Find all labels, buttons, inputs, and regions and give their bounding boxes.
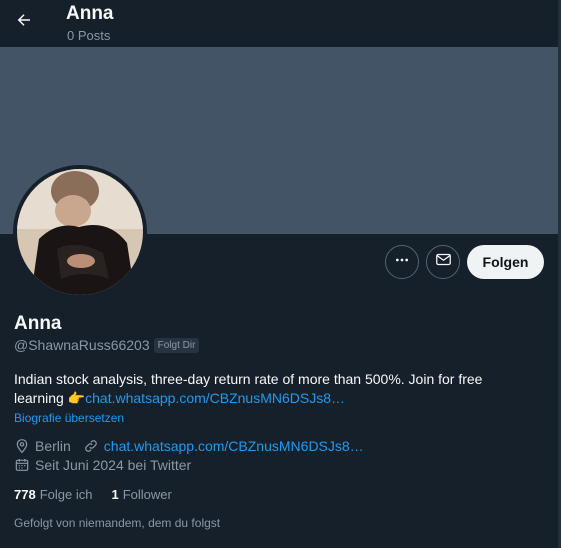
join-date-text: Seit Juni 2024 bei Twitter — [35, 456, 192, 473]
followers-link[interactable]: 1 Follower — [111, 487, 171, 502]
message-button[interactable] — [426, 245, 460, 279]
more-horizontal-icon — [394, 252, 410, 273]
profile-handle: @ShawnaRuss66203 — [14, 337, 150, 353]
join-date-row: Seit Juni 2024 bei Twitter — [14, 456, 191, 473]
post-count: 0 Posts — [67, 28, 111, 43]
followed-by-text: Gefolgt von niemandem, dem du folgst — [14, 516, 221, 530]
follows-you-badge: Folgt Dir — [153, 337, 200, 353]
pointing-hand-icon: 👉 — [67, 390, 86, 406]
bio-link[interactable]: chat.whatsapp.com/CBZnusMN6DSJs8… — [85, 390, 345, 406]
follow-button[interactable]: Folgen — [467, 245, 544, 279]
envelope-icon — [435, 251, 452, 273]
profile-name: Anna — [14, 313, 62, 334]
followers-count: 1 — [111, 487, 119, 502]
following-count: 778 — [14, 487, 36, 502]
follow-stats: 778 Folge ich 1 Follower — [14, 487, 191, 502]
back-button[interactable] — [10, 8, 38, 36]
handle-row: @ShawnaRuss66203 Folgt Dir — [14, 337, 200, 353]
avatar[interactable] — [13, 165, 147, 299]
profile-bio: Indian stock analysis, three-day return … — [14, 370, 534, 408]
top-bar: Anna 0 Posts — [0, 0, 558, 47]
followers-label: Follower — [122, 487, 172, 502]
translate-bio-link[interactable]: Biografie übersetzen — [14, 411, 124, 425]
header-title: Anna — [66, 3, 114, 24]
calendar-icon — [14, 456, 31, 473]
website-link[interactable]: chat.whatsapp.com/CBZnusMN6DSJs8… — [104, 438, 364, 454]
more-options-button[interactable] — [385, 245, 419, 279]
following-label: Folge ich — [39, 487, 93, 502]
following-link[interactable]: 778 Folge ich — [14, 487, 92, 502]
arrow-left-icon — [15, 11, 33, 34]
link-icon — [83, 437, 100, 454]
location-text: Berlin — [35, 437, 71, 454]
location-pin-icon — [14, 437, 31, 454]
profile-meta: Berlin chat.whatsapp.com/CBZnusMN6DSJs8… — [14, 437, 364, 454]
